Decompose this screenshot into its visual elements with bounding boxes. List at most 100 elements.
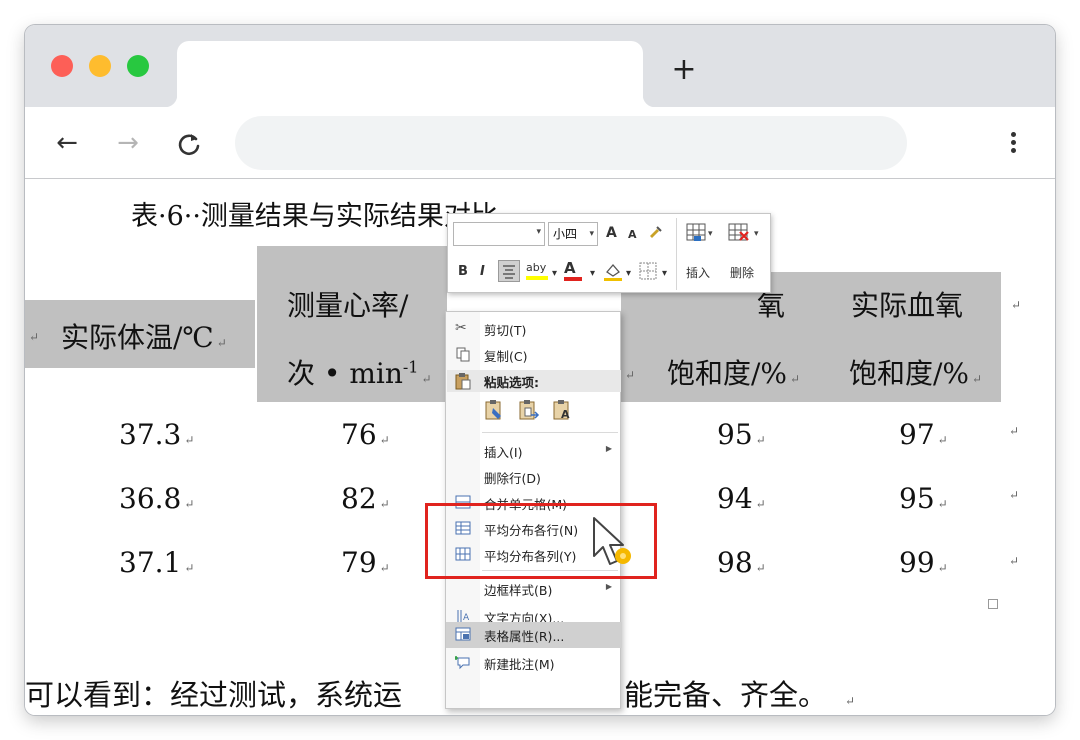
paste-text-only-icon[interactable]: A	[552, 398, 574, 422]
chevron-down-icon: ▾	[589, 229, 594, 239]
new-comment-icon	[454, 654, 471, 674]
bold-button[interactable]: B	[458, 264, 468, 280]
table-cell: 95 ↵	[899, 482, 948, 515]
insert-label[interactable]: 插入	[686, 264, 710, 281]
active-tab[interactable]	[165, 41, 655, 107]
menu-label: 表格属性(R)...	[484, 629, 565, 644]
clipboard-glyph	[455, 373, 471, 390]
paste-merge-formatting-icon[interactable]	[518, 398, 540, 422]
table-cell: 79 ↵	[341, 546, 390, 579]
borders-icon	[639, 262, 657, 280]
menu-label: 边框样式(B)	[484, 583, 553, 598]
table-delete-icon[interactable]: ▾	[728, 222, 768, 249]
highlight-color-button[interactable]: aby	[526, 260, 548, 280]
row-end-mark: ↵	[1009, 488, 1020, 502]
header-actual-temp: 实际体温/℃ ↵	[61, 321, 227, 354]
paste-merge-glyph	[519, 400, 540, 420]
toolbar-divider	[676, 218, 677, 290]
shading-button[interactable]	[602, 260, 624, 287]
table-cell: 98 ↵	[717, 546, 766, 579]
menu-item-cut[interactable]: ✂ 剪切(T)	[446, 316, 622, 342]
delete-label[interactable]: 删除	[730, 264, 754, 281]
menu-label: 新建批注(M)	[484, 657, 555, 672]
header-actual-spo2-line2: 饱和度/% ↵	[849, 357, 983, 390]
address-bar[interactable]	[235, 116, 907, 170]
menu-label: 删除行(D)	[484, 471, 541, 486]
browser-window: + ← → 表·6··测量结果与实际结果对比 ↵ 实际体温/℃ ↵ 测量心率/ 次…	[25, 25, 1055, 715]
clipboard-icon	[455, 372, 471, 394]
copy-icon	[455, 346, 471, 366]
close-window-button[interactable]	[51, 55, 73, 77]
table-cell: 82 ↵	[341, 482, 390, 515]
chevron-down-icon[interactable]: ▾	[552, 266, 557, 282]
new-tab-button[interactable]: +	[669, 55, 699, 85]
body-paragraph: 可以看到：经过测试，系统运 能完备、齐全。 ↵	[25, 678, 856, 712]
align-center-button[interactable]	[498, 260, 520, 282]
row-end-mark: ↵	[1011, 298, 1022, 312]
submenu-arrow-icon: ▶	[605, 444, 612, 453]
header-actual-spo2-line1: 实际血氧	[851, 289, 964, 322]
row-end-mark: ↵	[1009, 424, 1020, 438]
header-measured-spo2-line2: 饱和度/% ↵	[667, 357, 801, 390]
shrink-font-icon[interactable]: A	[628, 227, 637, 243]
forward-arrow-icon[interactable]: →	[113, 129, 143, 159]
chevron-down-icon: ▾	[536, 227, 541, 237]
font-color-swatch	[564, 277, 582, 281]
font-size-select[interactable]: 小四 ▾	[548, 222, 598, 246]
font-name-select[interactable]: ▾	[453, 222, 545, 246]
back-arrow-icon[interactable]: ←	[52, 129, 82, 159]
borders-button[interactable]	[638, 261, 660, 286]
maximize-window-button[interactable]	[127, 55, 149, 77]
row-end-mark: ↵	[1009, 554, 1020, 568]
table-cell: 99 ↵	[899, 546, 948, 579]
table-cell: 76 ↵	[341, 418, 390, 451]
paste-keep-formatting-icon[interactable]	[484, 398, 506, 422]
menu-separator	[482, 432, 618, 433]
chevron-down-icon[interactable]: ▾	[590, 266, 595, 282]
chevron-down-icon[interactable]: ▾	[626, 266, 631, 282]
format-painter-icon[interactable]	[648, 224, 664, 245]
more-menu-icon[interactable]	[1003, 129, 1023, 159]
title-bar: +	[25, 25, 1055, 107]
format-painter-glyph	[650, 226, 662, 238]
highlight-swatch	[526, 276, 548, 280]
shading-icon	[604, 264, 622, 281]
menu-item-insert[interactable]: 插入(I) ▶	[446, 438, 622, 464]
menu-item-delete-row[interactable]: 删除行(D)	[446, 464, 622, 490]
table-cell: 37.3 ↵	[119, 418, 195, 451]
reload-glyph	[178, 134, 200, 156]
svg-text:▾: ▾	[754, 229, 759, 239]
header-measured-hr-line1: 测量心率/	[287, 289, 409, 322]
menu-label: 粘贴选项:	[484, 375, 539, 390]
table-cell: 97 ↵	[899, 418, 948, 451]
submenu-arrow-icon: ▶	[605, 582, 612, 591]
reload-icon[interactable]	[174, 129, 204, 159]
cell-mark: ↵	[29, 330, 40, 344]
table-cell: 37.1 ↵	[119, 546, 195, 579]
chevron-down-icon[interactable]: ▾	[662, 266, 667, 282]
menu-item-new-comment[interactable]: 新建批注(M)	[446, 650, 622, 676]
grow-font-icon[interactable]: A	[606, 225, 617, 241]
paste-keep-glyph	[485, 400, 501, 420]
table-end-marker	[988, 599, 998, 609]
table-insert-icon[interactable]: ▾	[686, 222, 716, 249]
svg-text:A: A	[561, 408, 570, 421]
new-comment-glyph	[454, 656, 470, 670]
highlight-label: aby	[526, 261, 547, 274]
paste-text-glyph: A	[553, 400, 570, 421]
svg-text:▾: ▾	[708, 229, 713, 239]
menu-label: 插入(I)	[484, 445, 523, 460]
table-cell: 94 ↵	[717, 482, 766, 515]
minimize-window-button[interactable]	[89, 55, 111, 77]
menu-item-table-properties[interactable]: 表格属性(R)...	[446, 622, 622, 648]
menu-item-border-styles[interactable]: 边框样式(B) ▶	[446, 576, 622, 602]
italic-button[interactable]: I	[480, 264, 485, 280]
mouse-pointer-icon	[593, 517, 631, 565]
align-center-icon	[503, 265, 515, 279]
insert-table-glyph: ▾	[686, 223, 713, 241]
header-measured-hr-line2: 次 • min-1↵	[287, 357, 432, 390]
menu-item-copy[interactable]: 复制(C)	[446, 342, 622, 368]
table-cell: 36.8 ↵	[119, 482, 195, 515]
font-color-button[interactable]: A	[564, 260, 582, 281]
delete-table-glyph: ▾	[728, 223, 759, 241]
